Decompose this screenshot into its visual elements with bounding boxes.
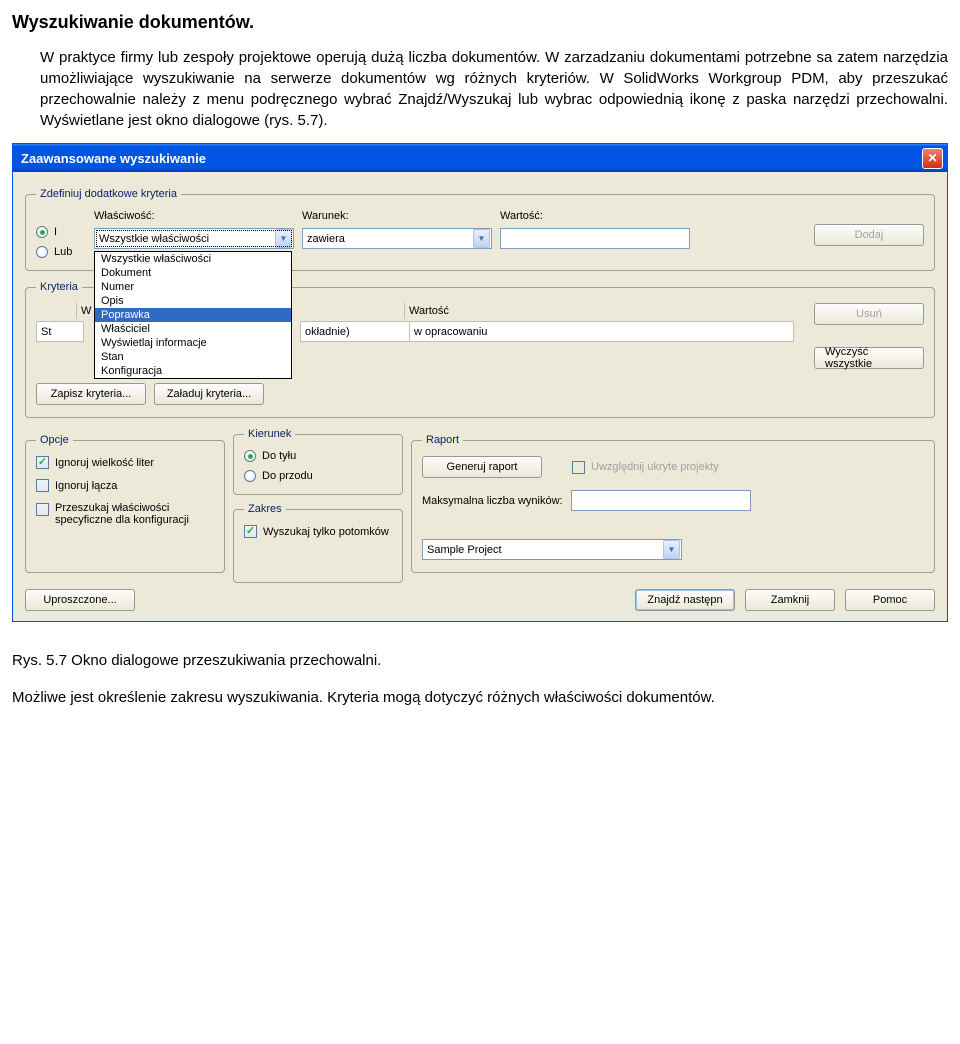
group-report-legend: Raport bbox=[422, 434, 463, 446]
group-scope-legend: Zakres bbox=[244, 503, 286, 515]
chk-search-config-label: Przeszukaj właściwości specyficzne dla k… bbox=[55, 502, 195, 526]
radio-icon bbox=[36, 246, 48, 258]
chevron-down-icon: ▼ bbox=[473, 229, 490, 248]
combo-project[interactable]: Sample Project ▼ bbox=[422, 539, 682, 560]
criteria-col-w: W bbox=[76, 303, 92, 319]
help-button[interactable]: Pomoc bbox=[845, 589, 935, 611]
dropdown-item[interactable]: Numer bbox=[95, 280, 291, 294]
radio-forward[interactable]: Do przodu bbox=[244, 470, 392, 482]
property-dropdown-list[interactable]: Wszystkie właściwości Dokument Numer Opi… bbox=[94, 251, 292, 379]
group-options: Opcje Ignoruj wielkość liter Ignoruj łąc… bbox=[25, 434, 225, 573]
chevron-down-icon: ▼ bbox=[275, 229, 292, 248]
dialog-title: Zaawansowane wyszukiwanie bbox=[17, 151, 922, 166]
criteria-cell-value[interactable]: w opracowaniu bbox=[410, 321, 794, 342]
group-criteria-legend: Kryteria bbox=[36, 281, 82, 293]
radio-forward-label: Do przodu bbox=[262, 470, 313, 482]
radio-or[interactable]: Lub bbox=[36, 246, 86, 258]
group-define-criteria: Zdefiniuj dodatkowe kryteria I Lub Właśc… bbox=[25, 188, 935, 271]
close-button[interactable]: Zamknij bbox=[745, 589, 835, 611]
chk-include-hidden: Uwzględnij ukryte projekty bbox=[572, 461, 719, 474]
group-options-legend: Opcje bbox=[36, 434, 73, 446]
generate-report-button[interactable]: Generuj raport bbox=[422, 456, 542, 478]
radio-or-label: Lub bbox=[54, 246, 72, 258]
input-max-results[interactable] bbox=[571, 490, 751, 511]
delete-button[interactable]: Usuń bbox=[814, 303, 924, 325]
checkbox-icon bbox=[244, 525, 257, 538]
page-title: Wyszukiwanie dokumentów. bbox=[12, 12, 948, 33]
group-direction: Kierunek Do tyłu Do przodu bbox=[233, 428, 403, 495]
chk-search-config[interactable]: Przeszukaj właściwości specyficzne dla k… bbox=[36, 502, 214, 526]
dialog-titlebar[interactable]: Zaawansowane wyszukiwanie ✕ bbox=[13, 144, 947, 172]
label-max-results: Maksymalna liczba wyników: bbox=[422, 495, 563, 507]
radio-and[interactable]: I bbox=[36, 226, 86, 238]
chk-search-children-label: Wyszukaj tylko potomków bbox=[263, 526, 389, 538]
radio-icon bbox=[244, 470, 256, 482]
dropdown-item[interactable]: Wyświetlaj informacje bbox=[95, 336, 291, 350]
checkbox-icon bbox=[36, 456, 49, 469]
checkbox-icon bbox=[36, 503, 49, 516]
simplified-button[interactable]: Uproszczone... bbox=[25, 589, 135, 611]
advanced-search-dialog: Zaawansowane wyszukiwanie ✕ Zdefiniuj do… bbox=[12, 143, 948, 622]
dropdown-item[interactable]: Dokument bbox=[95, 266, 291, 280]
chk-ignore-links-label: Ignoruj łącza bbox=[55, 480, 117, 492]
close-icon[interactable]: ✕ bbox=[922, 148, 943, 169]
radio-icon bbox=[36, 226, 48, 238]
chevron-down-icon: ▼ bbox=[663, 540, 680, 559]
intro-paragraph: W praktyce firmy lub zespoły projektowe … bbox=[40, 47, 948, 131]
criteria-col-value: Wartość bbox=[404, 303, 420, 319]
dropdown-item[interactable]: Stan bbox=[95, 350, 291, 364]
save-criteria-button[interactable]: Zapisz kryteria... bbox=[36, 383, 146, 405]
radio-backward-label: Do tyłu bbox=[262, 450, 296, 462]
dropdown-item-selected[interactable]: Poprawka bbox=[95, 308, 291, 322]
combo-project-text: Sample Project bbox=[423, 544, 662, 556]
checkbox-icon bbox=[572, 461, 585, 474]
criteria-cell-condition[interactable]: okładnie) bbox=[300, 321, 410, 342]
group-direction-legend: Kierunek bbox=[244, 428, 295, 440]
group-report: Raport Generuj raport Uwzględnij ukryte … bbox=[411, 434, 935, 573]
chk-ignore-links[interactable]: Ignoruj łącza bbox=[36, 479, 214, 492]
group-define-legend: Zdefiniuj dodatkowe kryteria bbox=[36, 188, 181, 200]
chk-include-hidden-label: Uwzględnij ukryte projekty bbox=[591, 461, 719, 473]
chk-ignore-case-label: Ignoruj wielkość liter bbox=[55, 457, 154, 469]
find-next-button[interactable]: Znajdź następn bbox=[635, 589, 735, 611]
label-condition: Warunek: bbox=[302, 210, 492, 222]
dropdown-item[interactable]: Właściciel bbox=[95, 322, 291, 336]
radio-backward[interactable]: Do tyłu bbox=[244, 450, 392, 462]
combo-property[interactable]: Wszystkie właściwości ▼ bbox=[94, 228, 294, 249]
clear-all-button[interactable]: Wyczyść wszystkie bbox=[814, 347, 924, 369]
dropdown-item[interactable]: Wszystkie właściwości bbox=[95, 252, 291, 266]
combo-condition-text: zawiera bbox=[303, 233, 472, 245]
add-button[interactable]: Dodaj bbox=[814, 224, 924, 246]
checkbox-icon bbox=[36, 479, 49, 492]
dropdown-item[interactable]: Konfiguracja bbox=[95, 364, 291, 378]
footer-paragraph: Możliwe jest określenie zakresu wyszukiw… bbox=[12, 687, 948, 708]
criteria-cell-st[interactable]: St bbox=[36, 321, 84, 342]
chk-search-children[interactable]: Wyszukaj tylko potomków bbox=[244, 525, 389, 538]
group-scope: Zakres Wyszukaj tylko potomków bbox=[233, 503, 403, 583]
radio-icon bbox=[244, 450, 256, 462]
figure-caption: Rys. 5.7 Okno dialogowe przeszukiwania p… bbox=[12, 652, 948, 669]
load-criteria-button[interactable]: Załaduj kryteria... bbox=[154, 383, 264, 405]
label-property: Właściwość: bbox=[94, 210, 294, 222]
chk-ignore-case[interactable]: Ignoruj wielkość liter bbox=[36, 456, 214, 469]
input-value[interactable] bbox=[500, 228, 690, 249]
label-value: Wartość: bbox=[500, 210, 690, 222]
dropdown-item[interactable]: Opis bbox=[95, 294, 291, 308]
radio-and-label: I bbox=[54, 226, 57, 238]
combo-property-text: Wszystkie właściwości bbox=[95, 233, 274, 245]
combo-condition[interactable]: zawiera ▼ bbox=[302, 228, 492, 249]
